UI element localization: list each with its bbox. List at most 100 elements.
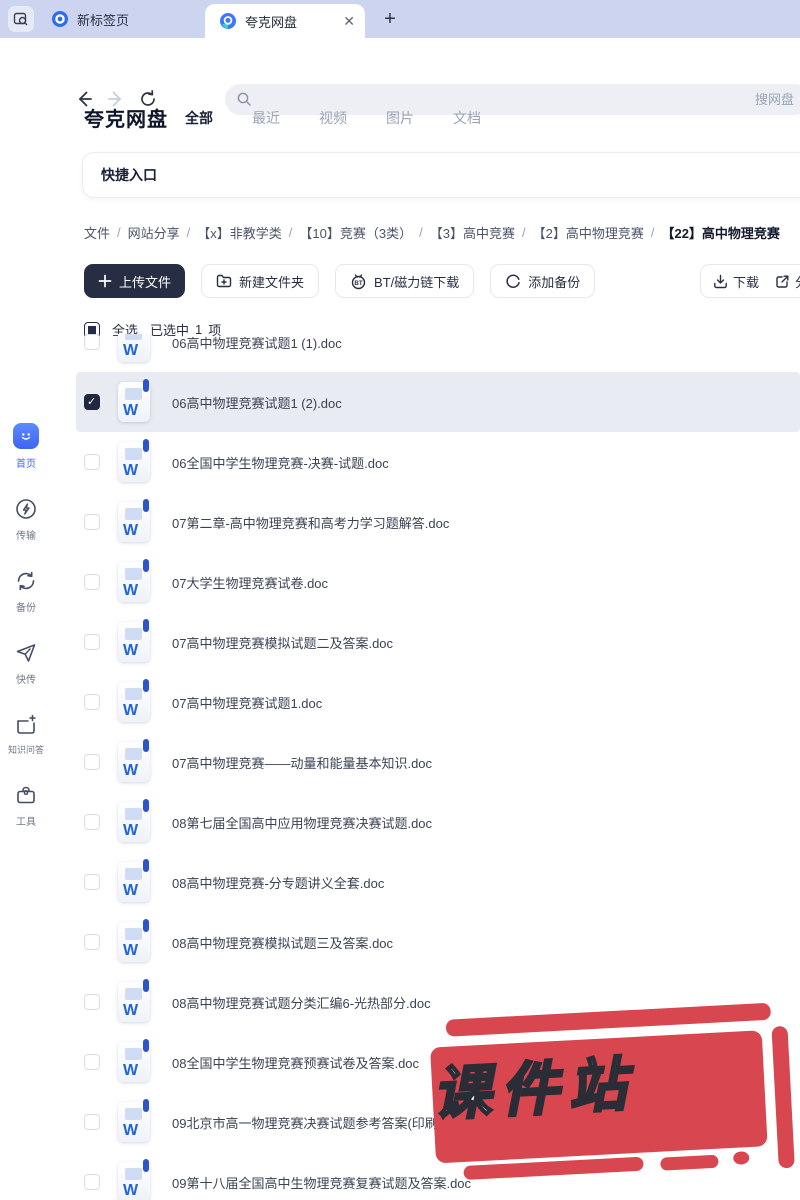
file-name[interactable]: 09第十八届全国高中生物理竞赛复赛试题及答案.doc: [172, 1173, 471, 1192]
word-doc-icon: W: [118, 979, 150, 1022]
file-checkbox[interactable]: [84, 694, 100, 710]
file-name[interactable]: 07高中物理竞赛试题1.doc: [172, 693, 322, 712]
transfer-icon: [16, 499, 36, 519]
word-doc-icon: W: [118, 334, 150, 362]
file-checkbox[interactable]: [84, 574, 100, 590]
selection-actions-group: 下载 分享: [700, 264, 800, 298]
file-row[interactable]: W 07第二章-高中物理竞赛和高考力学习题解答.doc: [76, 492, 800, 552]
file-row[interactable]: W 08高中物理竞赛-分专题讲义全套.doc: [76, 852, 800, 912]
file-name[interactable]: 08高中物理竞赛试题分类汇编6-光热部分.doc: [172, 993, 431, 1012]
file-checkbox[interactable]: [84, 814, 100, 830]
tab-all[interactable]: 全部: [185, 108, 213, 128]
quick-entry-card[interactable]: 快捷入口: [82, 152, 800, 198]
file-row[interactable]: W 06全国中学生物理竞赛-决赛-试题.doc: [76, 432, 800, 492]
breadcrumb-item[interactable]: 【x】非教学类: [197, 223, 282, 241]
breadcrumb-item[interactable]: 网站分享: [128, 223, 180, 241]
file-name[interactable]: 08全国中学生物理竞赛预赛试卷及答案.doc: [172, 1053, 419, 1072]
file-row[interactable]: W 09第十八届全国高中生物理竞赛复赛试题及答案.doc: [76, 1152, 800, 1200]
upload-file-label: 上传文件: [119, 274, 172, 290]
quark-drive-logo-icon: [220, 13, 236, 29]
tab-search-button[interactable]: [8, 6, 34, 32]
download-button[interactable]: 下载: [713, 272, 759, 291]
tab-label: 新标签页: [77, 12, 130, 28]
upload-file-button[interactable]: 上传文件: [84, 264, 186, 298]
file-checkbox[interactable]: [84, 394, 100, 410]
file-checkbox[interactable]: [84, 334, 100, 350]
file-name[interactable]: 06高中物理竞赛试题1 (1).doc: [172, 334, 342, 352]
file-name[interactable]: 08高中物理竞赛模拟试题三及答案.doc: [172, 933, 393, 952]
sidebar-item-home[interactable]: 首页: [0, 423, 52, 470]
tab-video[interactable]: 视频: [319, 108, 347, 128]
file-checkbox[interactable]: [84, 454, 100, 470]
file-checkbox[interactable]: [84, 514, 100, 530]
file-checkbox[interactable]: [84, 934, 100, 950]
tab-quark-drive[interactable]: 夸克网盘 ✕: [205, 4, 365, 38]
tab-recent[interactable]: 最近: [252, 108, 280, 128]
file-name[interactable]: 07高中物理竞赛模拟试题二及答案.doc: [172, 633, 393, 652]
add-backup-button[interactable]: 添加备份: [490, 264, 596, 298]
file-checkbox[interactable]: [84, 1114, 100, 1130]
breadcrumb-item[interactable]: 【10】竞赛（3类）: [299, 223, 412, 241]
file-type-tabs: 全部 最近 视频 图片 文档: [185, 108, 481, 128]
file-name[interactable]: 07高中物理竞赛——动量和能量基本知识.doc: [172, 753, 432, 772]
file-row[interactable]: W 08高中物理竞赛试题分类汇编6-光热部分.doc: [76, 972, 800, 1032]
quick-entry-title: 快捷入口: [101, 167, 157, 183]
file-row[interactable]: W 09北京市高一物理竞赛决赛试题参考答案(印刷版).doc: [76, 1092, 800, 1152]
file-name[interactable]: 07第二章-高中物理竞赛和高考力学习题解答.doc: [172, 513, 449, 532]
file-checkbox[interactable]: [84, 754, 100, 770]
tab-doc[interactable]: 文档: [453, 108, 481, 128]
word-doc-icon: W: [118, 499, 150, 542]
sidebar-item-knowledge-qa[interactable]: 知识问答: [0, 713, 52, 756]
file-row[interactable]: W 08全国中学生物理竞赛预赛试卷及答案.doc: [76, 1032, 800, 1092]
sidebar-item-transfer[interactable]: 传输: [0, 497, 52, 542]
sidebar-item-backup[interactable]: 备份: [0, 569, 52, 614]
file-row[interactable]: W 06高中物理竞赛试题1 (2).doc: [76, 372, 800, 432]
file-checkbox[interactable]: [84, 1054, 100, 1070]
file-checkbox[interactable]: [84, 1174, 100, 1190]
sidebar-item-tools[interactable]: 工具: [0, 783, 52, 828]
word-doc-icon: W: [118, 439, 150, 482]
new-folder-icon: [216, 274, 232, 288]
word-doc-icon: W: [118, 739, 150, 782]
file-row[interactable]: W 07高中物理竞赛——动量和能量基本知识.doc: [76, 732, 800, 792]
new-folder-button[interactable]: 新建文件夹: [201, 264, 320, 298]
file-name[interactable]: 07大学生物理竞赛试卷.doc: [172, 573, 328, 592]
sidebar-item-label: 传输: [16, 531, 36, 542]
file-checkbox[interactable]: [84, 994, 100, 1010]
new-tab-icon[interactable]: +: [378, 6, 402, 32]
sidebar-item-label: 知识问答: [7, 745, 44, 755]
file-row[interactable]: W 07大学生物理竞赛试卷.doc: [76, 552, 800, 612]
file-row[interactable]: W 07高中物理竞赛模拟试题二及答案.doc: [76, 612, 800, 672]
file-name[interactable]: 09北京市高一物理竞赛决赛试题参考答案(印刷版).doc: [172, 1113, 480, 1132]
breadcrumb-item[interactable]: 【22】高中物理竞赛: [661, 223, 779, 241]
breadcrumb-separator: /: [419, 224, 423, 240]
browser-tab-bar: 新标签页 夸克网盘 ✕ +: [0, 0, 800, 38]
word-doc-icon: W: [118, 919, 150, 962]
file-name[interactable]: 06全国中学生物理竞赛-决赛-试题.doc: [172, 453, 389, 472]
close-tab-icon[interactable]: ✕: [343, 14, 355, 28]
page-title: 夸克网盘: [84, 109, 168, 131]
bt-magnet-download-button[interactable]: BT BT/磁力链下载: [335, 264, 475, 298]
file-row[interactable]: W 08第七届全国高中应用物理竞赛决赛试题.doc: [76, 792, 800, 852]
share-button[interactable]: 分享: [775, 272, 800, 291]
tab-image[interactable]: 图片: [386, 108, 414, 128]
breadcrumb-item[interactable]: 【2】高中物理竞赛: [533, 223, 644, 241]
word-doc-icon: W: [118, 559, 150, 602]
file-name[interactable]: 08第七届全国高中应用物理竞赛决赛试题.doc: [172, 813, 432, 832]
word-doc-icon: W: [118, 379, 150, 422]
sidebar-item-label: 快传: [16, 675, 36, 686]
sidebar-item-quick-share[interactable]: 快传: [0, 641, 52, 686]
tab-new-tab-page[interactable]: 新标签页: [40, 0, 200, 38]
file-list: W 06高中物理竞赛试题1 (1).doc W 06高中物理竞赛试题1 (2).…: [76, 334, 800, 1200]
file-row[interactable]: W 06高中物理竞赛试题1 (1).doc: [76, 334, 800, 372]
file-name[interactable]: 08高中物理竞赛-分专题讲义全套.doc: [172, 873, 384, 892]
file-row[interactable]: W 07高中物理竞赛试题1.doc: [76, 672, 800, 732]
file-row[interactable]: W 08高中物理竞赛模拟试题三及答案.doc: [76, 912, 800, 972]
add-backup-label: 添加备份: [528, 274, 581, 290]
file-checkbox[interactable]: [84, 874, 100, 890]
sync-icon: [17, 571, 35, 591]
breadcrumb-item[interactable]: 文件: [84, 223, 110, 241]
file-name[interactable]: 06高中物理竞赛试题1 (2).doc: [172, 393, 342, 412]
file-checkbox[interactable]: [84, 634, 100, 650]
breadcrumb-item[interactable]: 【3】高中竞赛: [430, 223, 515, 241]
